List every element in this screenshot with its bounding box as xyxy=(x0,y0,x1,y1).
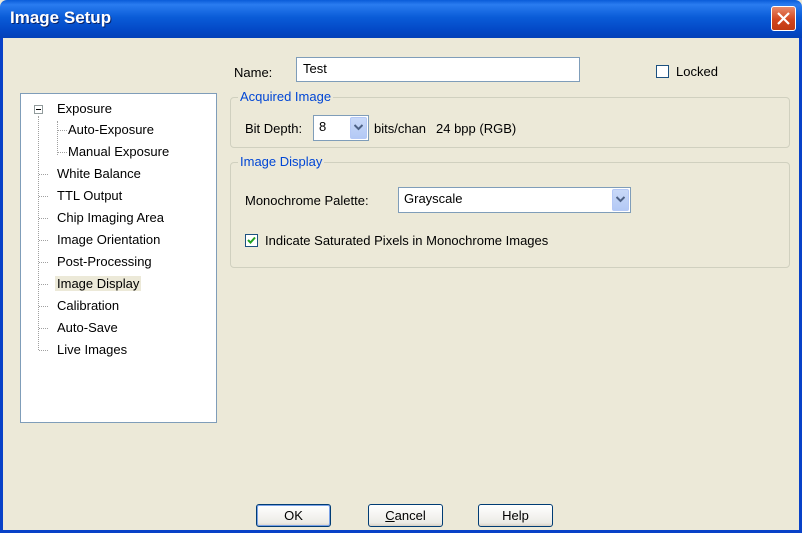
help-button[interactable]: Help xyxy=(478,504,553,527)
bit-depth-label: Bit Depth: xyxy=(245,121,303,136)
bpp-label: 24 bpp (RGB) xyxy=(436,121,517,136)
tree-item-image-orientation[interactable]: Image Orientation xyxy=(55,231,162,249)
monochrome-palette-value: Grayscale xyxy=(404,191,463,206)
ok-button-label: OK xyxy=(284,508,303,523)
collapse-icon[interactable] xyxy=(34,105,43,114)
bit-depth-value: 8 xyxy=(319,119,327,134)
tree-item-manual-exposure[interactable]: Manual Exposure xyxy=(66,143,171,161)
name-input-value: Test xyxy=(303,61,327,76)
bits-per-channel-label: bits/chan xyxy=(374,121,427,136)
settings-tree[interactable]: Exposure Auto-Exposure Manual Exposure W… xyxy=(20,93,217,423)
name-label: Name: xyxy=(234,65,273,80)
tree-item-exposure[interactable]: Exposure xyxy=(55,100,114,118)
tree-item-live-images[interactable]: Live Images xyxy=(55,341,129,359)
cancel-button[interactable]: Cancel xyxy=(368,504,443,527)
saturated-pixels-checkbox[interactable] xyxy=(245,234,258,247)
tree-item-calibration[interactable]: Calibration xyxy=(55,297,121,315)
tree-item-chip-imaging-area[interactable]: Chip Imaging Area xyxy=(55,209,166,227)
tree-item-post-processing[interactable]: Post-Processing xyxy=(55,253,154,271)
cancel-mnemonic: C xyxy=(385,508,395,523)
image-display-group xyxy=(230,162,790,268)
window-title: Image Setup xyxy=(10,8,112,27)
monochrome-palette-label: Monochrome Palette: xyxy=(245,193,369,208)
help-button-label: Help xyxy=(502,508,529,523)
ok-button[interactable]: OK xyxy=(256,504,331,527)
image-display-title: Image Display xyxy=(238,154,325,169)
cancel-button-label: ancel xyxy=(394,508,426,523)
tree-item-image-display[interactable]: Image Display xyxy=(55,275,142,293)
tree-connector xyxy=(38,116,39,350)
monochrome-palette-dropdown[interactable]: Grayscale xyxy=(398,187,631,213)
name-input[interactable]: Test xyxy=(296,57,580,82)
locked-checkbox[interactable] xyxy=(656,65,669,78)
tree-item-white-balance[interactable]: White Balance xyxy=(55,165,143,183)
checkmark-icon xyxy=(247,236,256,244)
acquired-image-title: Acquired Image xyxy=(238,89,334,104)
title-bar[interactable]: Image Setup xyxy=(0,0,802,38)
tree-item-auto-save[interactable]: Auto-Save xyxy=(55,319,120,337)
close-button[interactable] xyxy=(771,6,796,31)
bit-depth-dropdown[interactable]: 8 xyxy=(313,115,369,141)
locked-label: Locked xyxy=(676,64,718,79)
tree-connector xyxy=(57,121,58,155)
dropdown-arrow-button[interactable] xyxy=(612,189,629,211)
tree-item-ttl-output[interactable]: TTL Output xyxy=(55,187,124,205)
saturated-pixels-label: Indicate Saturated Pixels in Monochrome … xyxy=(265,233,549,248)
dropdown-arrow-button[interactable] xyxy=(350,117,367,139)
window-frame-left xyxy=(0,38,3,533)
chevron-down-icon xyxy=(616,196,625,203)
close-icon xyxy=(777,12,790,25)
chevron-down-icon xyxy=(354,124,363,131)
tree-item-auto-exposure[interactable]: Auto-Exposure xyxy=(66,121,156,139)
